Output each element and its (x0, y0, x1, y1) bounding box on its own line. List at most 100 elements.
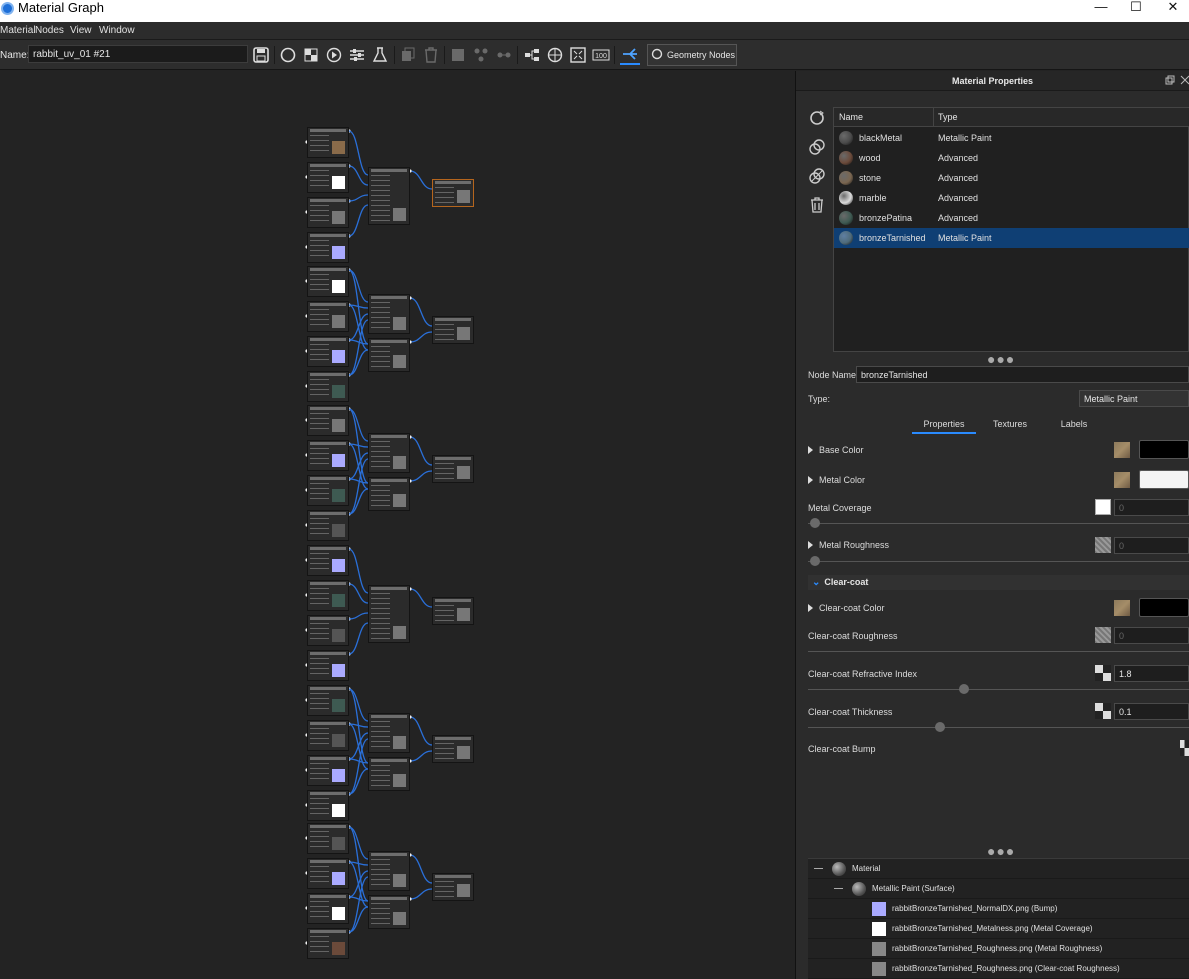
tree-row[interactable]: rabbitBronzeTarnished_NormalDX.png (Bump… (808, 899, 1189, 919)
undock-icon[interactable] (1165, 75, 1175, 85)
material-row[interactable]: stone Advanced (834, 168, 1189, 188)
graph-layout-icon[interactable] (620, 45, 640, 65)
texture-node[interactable] (307, 232, 349, 263)
clearcoat-roughness-texture-swatch[interactable] (1095, 627, 1111, 643)
save-icon[interactable] (251, 45, 271, 65)
texture-node[interactable] (307, 893, 349, 924)
clearcoat-thickness-slider[interactable] (808, 727, 1189, 728)
clearcoat-color-picker[interactable] (1139, 598, 1189, 617)
texture-node[interactable] (307, 510, 349, 541)
delete-icon[interactable] (421, 45, 441, 65)
metal-roughness-value[interactable]: 0 (1114, 537, 1189, 554)
material-row[interactable]: bronzePatina Advanced (834, 208, 1189, 228)
clearcoat-roughness-slider[interactable] (808, 651, 1189, 652)
texture-node[interactable] (307, 650, 349, 681)
node-name-field[interactable]: bronzeTarnished (856, 366, 1189, 383)
metal-roughness-knob[interactable] (810, 556, 820, 566)
material-row[interactable]: bronzeTarnished Metallic Paint (834, 228, 1189, 248)
texture-node[interactable] (307, 685, 349, 716)
sphere-icon[interactable] (278, 45, 298, 65)
texture-node[interactable] (307, 545, 349, 576)
texture-node[interactable] (307, 823, 349, 854)
column-type-header[interactable]: Type (934, 108, 1189, 127)
metal-roughness-slider[interactable] (808, 561, 1189, 562)
node-link-icon[interactable] (494, 45, 514, 65)
texture-node[interactable] (307, 615, 349, 646)
texture-node[interactable] (307, 301, 349, 332)
clearcoat-bump-texture-swatch[interactable] (1180, 740, 1189, 756)
material-output-node[interactable] (432, 455, 474, 483)
texture-node[interactable] (307, 858, 349, 889)
tab-properties[interactable]: Properties (912, 416, 976, 434)
shader-node[interactable] (368, 338, 410, 372)
shader-node[interactable] (368, 585, 410, 643)
texture-node[interactable] (307, 440, 349, 471)
clearcoat-section-header[interactable]: ⌄ Clear-coat (808, 575, 1189, 590)
splitter-handle-bottom[interactable]: ●●● (987, 843, 1015, 859)
node-add-icon[interactable] (448, 45, 468, 65)
clearcoat-color-texture-swatch[interactable] (1114, 600, 1130, 616)
layout-icon[interactable] (522, 45, 542, 65)
shader-node[interactable] (368, 851, 410, 891)
material-name-input[interactable] (28, 45, 248, 63)
material-output-node[interactable] (432, 873, 474, 901)
clearcoat-thickness-texture-swatch[interactable] (1095, 703, 1111, 719)
material-row[interactable]: wood Advanced (834, 148, 1189, 168)
texture-node[interactable] (307, 405, 349, 436)
shader-node[interactable] (368, 477, 410, 511)
metal-coverage-slider[interactable] (808, 523, 1189, 524)
flask-icon[interactable] (370, 45, 390, 65)
base-color-row[interactable]: Base Color (808, 445, 864, 455)
clearcoat-thickness-value[interactable]: 0.1 (1114, 703, 1189, 720)
metal-coverage-texture-swatch[interactable] (1095, 499, 1111, 515)
center-view-icon[interactable] (545, 45, 565, 65)
tree-row[interactable]: Material (808, 859, 1189, 879)
texture-node[interactable] (307, 928, 349, 959)
shader-node[interactable] (368, 757, 410, 791)
collapse-toggle-icon[interactable] (814, 868, 823, 869)
base-color-texture-swatch[interactable] (1114, 442, 1130, 458)
clearcoat-ior-knob[interactable] (959, 684, 969, 694)
metal-roughness-row[interactable]: Metal Roughness (808, 540, 889, 550)
tree-row[interactable]: rabbitBronzeTarnished_Roughness.png (Cle… (808, 959, 1189, 979)
texture-node[interactable] (307, 127, 349, 158)
splitter-handle[interactable]: ●●● (987, 351, 1015, 367)
close-button[interactable]: ✕ (1150, 0, 1189, 16)
refresh-material-icon[interactable] (808, 109, 826, 127)
material-output-node[interactable] (432, 316, 474, 344)
collapse-toggle-icon[interactable] (834, 888, 843, 889)
tree-row[interactable]: rabbitBronzeTarnished_Roughness.png (Met… (808, 939, 1189, 959)
menu-material[interactable]: Material (0, 25, 36, 36)
play-icon[interactable] (324, 45, 344, 65)
clearcoat-roughness-value[interactable]: 0 (1114, 627, 1189, 644)
material-output-node[interactable] (432, 597, 474, 625)
tab-textures[interactable]: Textures (978, 416, 1042, 434)
zoom-100-icon[interactable]: 100 (591, 45, 611, 65)
texture-node[interactable] (307, 475, 349, 506)
menu-view[interactable]: View (70, 25, 92, 36)
metal-color-row[interactable]: Metal Color (808, 475, 865, 485)
texture-node[interactable] (307, 336, 349, 367)
menu-nodes[interactable]: Nodes (35, 25, 64, 36)
menu-window[interactable]: Window (99, 25, 135, 36)
clearcoat-ior-value[interactable]: 1.8 (1114, 665, 1189, 682)
clearcoat-ior-slider[interactable] (808, 689, 1189, 690)
material-output-node[interactable] (432, 735, 474, 763)
node-graph-canvas[interactable] (0, 71, 796, 979)
base-color-picker[interactable] (1139, 440, 1189, 459)
clearcoat-ior-texture-swatch[interactable] (1095, 665, 1111, 681)
texture-node[interactable] (307, 371, 349, 402)
trash-icon[interactable] (808, 196, 826, 214)
column-name-header[interactable]: Name (834, 108, 934, 127)
tab-labels[interactable]: Labels (1042, 416, 1106, 434)
clearcoat-thickness-knob[interactable] (935, 722, 945, 732)
type-dropdown[interactable]: Metallic Paint (1079, 390, 1189, 407)
shader-node[interactable] (368, 713, 410, 753)
texture-node[interactable] (307, 197, 349, 228)
metal-color-texture-swatch[interactable] (1114, 472, 1130, 488)
metal-coverage-knob[interactable] (810, 518, 820, 528)
close-panel-icon[interactable] (1180, 75, 1189, 85)
shader-node[interactable] (368, 167, 410, 225)
node-group-icon[interactable] (471, 45, 491, 65)
material-row[interactable]: marble Advanced (834, 188, 1189, 208)
